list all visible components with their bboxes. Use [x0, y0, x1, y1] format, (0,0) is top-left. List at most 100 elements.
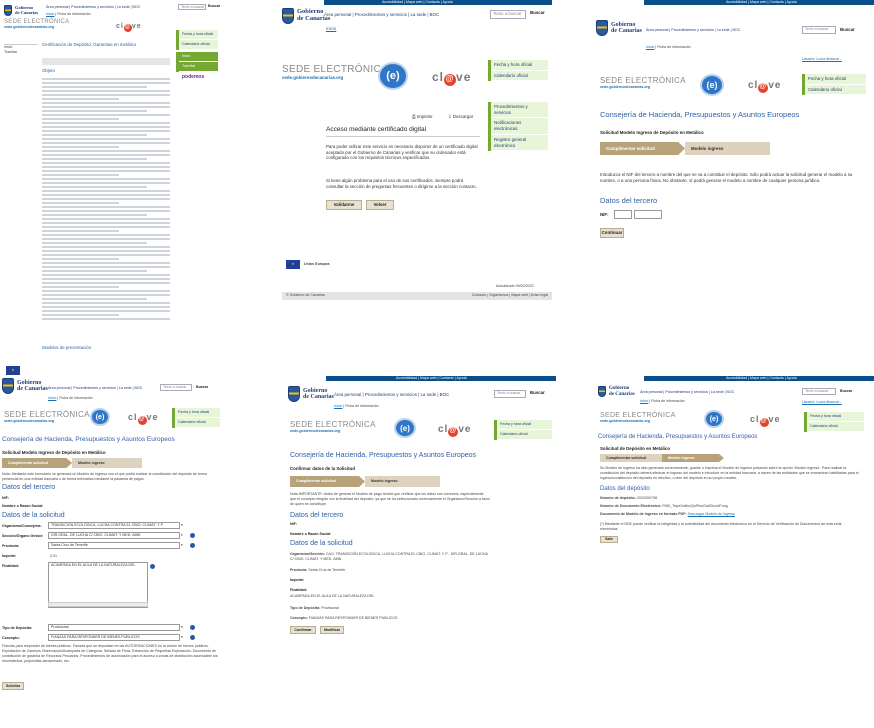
side-links[interactable]: Fecha y hora oficial Calendario oficial — [176, 30, 218, 50]
side-link-calendario[interactable]: Calendario oficial — [807, 422, 864, 432]
modificar-button[interactable]: Modificar — [320, 626, 344, 634]
right-action-tramitar[interactable]: Tramitar — [179, 61, 218, 72]
nif-input[interactable] — [634, 210, 662, 219]
tipo-select[interactable]: Provisional — [48, 624, 180, 631]
top-links[interactable]: Accesibilidad | Mapa web | Contacto | Ay… — [396, 376, 467, 381]
main-nav[interactable]: Área personal | Procedimientos y servici… — [334, 392, 449, 398]
search-button[interactable]: Buscar — [840, 389, 852, 394]
search-input[interactable]: Texto a buscar — [494, 390, 526, 398]
menu-registro[interactable]: Registro general electrónico — [491, 135, 548, 152]
user-link[interactable]: Usuario: Lucía Abascal... — [802, 400, 842, 405]
footer-links[interactable]: Contacto | Organismos | Mapa web | Aviso… — [472, 293, 548, 298]
user-link[interactable]: Usuario: Lucía Abascal... — [802, 57, 842, 62]
breadcrumb-home[interactable]: Inicio — [640, 399, 648, 403]
seccion-select[interactable]: DIR.GRAL. DE LUCHA C/ CBIO. CLIMÁT. Y ME… — [48, 532, 180, 539]
sede-url[interactable]: sede.gobiernodecanarias.org — [4, 25, 174, 30]
organismo-select[interactable]: TRANSICIÓN ECOLÓGICA, LUCHA CONTRA EL CB… — [48, 522, 180, 529]
side-link-calendario[interactable]: Calendario oficial — [805, 85, 866, 96]
site-logo[interactable]: Gobierno de Canarias — [598, 386, 635, 397]
breadcrumb[interactable]: Inicio | Ficha de información — [334, 404, 379, 409]
menu-procedimientos[interactable]: Procedimientos y servicios — [491, 102, 548, 119]
right-menu[interactable]: Procedimientos y servicios Notificacione… — [488, 102, 548, 152]
main-nav[interactable]: Área personal | Procedimientos y servici… — [640, 390, 734, 395]
side-links[interactable]: Fecha y hora oficial Calendario oficial — [494, 420, 552, 440]
side-link-fecha[interactable]: Fecha y hora oficial — [807, 412, 864, 422]
side-link-calendario[interactable]: Calendario oficial — [175, 418, 220, 428]
main-nav[interactable]: Área personal | Procedimientos y servici… — [324, 12, 439, 18]
solicitar-button[interactable]: Solicitar — [2, 682, 24, 690]
info-icon[interactable] — [190, 533, 195, 538]
left-menu[interactable]: Inicio Tramitar — [4, 44, 38, 55]
breadcrumb-home[interactable]: Inicio — [48, 396, 56, 400]
chevron-down-icon[interactable]: ▾ — [181, 635, 183, 640]
search-button[interactable]: Buscar — [208, 4, 220, 9]
side-link-fecha[interactable]: Fecha y hora oficial — [175, 408, 220, 418]
print-link[interactable]: ⎙ Imprimir — [412, 114, 433, 120]
search-button[interactable]: Buscar — [530, 10, 545, 16]
textarea-scrollbar[interactable] — [48, 602, 148, 607]
importe-value[interactable]: 0,01 — [50, 554, 57, 559]
search-input[interactable]: Texto a buscar — [802, 388, 836, 395]
salir-button[interactable]: Salir — [600, 536, 618, 543]
right-action-inicio[interactable]: Inicio — [179, 52, 218, 62]
side-links[interactable]: Fecha y hora oficial Calendario oficial — [488, 60, 548, 82]
search-input[interactable]: Texto a buscar — [178, 4, 206, 10]
top-links[interactable]: Accesibilidad | Mapa web | Contacto | Ay… — [726, 376, 797, 381]
side-link-fecha[interactable]: Fecha y hora oficial — [491, 60, 548, 71]
search-button[interactable]: Buscar — [840, 27, 855, 33]
search-button[interactable]: Buscar — [530, 390, 545, 396]
validarme-button[interactable]: Validarme — [326, 200, 362, 210]
main-nav[interactable]: Área personal | Procedimientos y servici… — [646, 28, 740, 33]
breadcrumb-home[interactable]: Inicio — [646, 45, 654, 49]
side-links[interactable]: Fecha y hora oficial Calendario oficial — [802, 74, 866, 96]
side-links[interactable]: Fecha y hora oficial Calendario oficial — [172, 408, 220, 428]
chevron-down-icon[interactable]: ▾ — [181, 533, 183, 538]
side-link-fecha[interactable]: Fecha y hora oficial — [179, 30, 218, 40]
download-link[interactable]: ⇩ Descargar — [448, 114, 473, 120]
chevron-down-icon[interactable]: ▾ — [181, 543, 183, 548]
download-pdf-link[interactable]: Descargar Modelo de Ingreso — [688, 512, 735, 516]
site-logo[interactable]: Gobierno de Canarias — [288, 386, 334, 402]
right-actions[interactable]: Inicio Tramitar — [176, 52, 218, 72]
side-link-fecha[interactable]: Fecha y hora oficial — [497, 420, 552, 430]
confirmar-button[interactable]: Confirmar — [290, 626, 316, 634]
search-input[interactable]: Texto a buscar — [802, 26, 836, 34]
info-icon[interactable] — [190, 635, 195, 640]
left-menu-tramitar[interactable]: Tramitar — [4, 50, 38, 55]
top-links[interactable]: Accesibilidad | Mapa web | Contacto | Ay… — [382, 0, 453, 5]
provincia-select[interactable]: Santa Cruz de Tenerife — [48, 542, 180, 549]
top-links[interactable]: Accesibilidad | Mapa web | Contacto | Ay… — [726, 0, 797, 5]
breadcrumb[interactable]: Inicio | Ficha de información — [48, 396, 93, 401]
side-link-calendario[interactable]: Calendario oficial — [179, 40, 218, 50]
info-icon[interactable] — [150, 564, 155, 569]
breadcrumb-home[interactable]: Inicio — [46, 12, 54, 16]
side-link-calendario[interactable]: Calendario oficial — [491, 71, 548, 82]
panel-certificate-access: Accesibilidad | Mapa web | Contacto | Ay… — [282, 0, 552, 300]
search-input[interactable]: Texto a buscar — [490, 10, 526, 19]
site-logo[interactable]: Gobierno de Canarias — [596, 20, 642, 36]
concepto-select[interactable]: FIANZAS PARA RESPONDER DE BIENES PUBLICO… — [48, 634, 180, 641]
continuar-button[interactable]: Continuar — [600, 228, 624, 238]
breadcrumb[interactable]: Inicio | Ficha de información — [640, 399, 685, 404]
menu-notificaciones[interactable]: Notificaciones electrónicas — [491, 118, 548, 135]
chevron-down-icon[interactable]: ▾ — [181, 523, 183, 528]
main-nav[interactable]: Área personal | Procedimientos y servici… — [48, 386, 142, 391]
site-logo[interactable]: Gobierno de Canarias — [2, 378, 48, 394]
search-button[interactable]: Buscar — [196, 385, 208, 390]
breadcrumb[interactable]: Inicio | Ficha de información — [46, 12, 91, 17]
side-links[interactable]: Fecha y hora oficial Calendario oficial — [804, 412, 864, 432]
info-icon[interactable] — [190, 543, 195, 548]
info-icon[interactable] — [190, 625, 195, 630]
top-nav[interactable]: Área personal | Procedimientos y servici… — [46, 5, 176, 10]
chevron-down-icon[interactable]: ▾ — [181, 625, 183, 630]
breadcrumb[interactable]: Inicio | Ficha de información — [646, 45, 691, 50]
side-link-calendario[interactable]: Calendario oficial — [497, 430, 552, 440]
site-logo[interactable]: Gobierno de Canarias — [4, 5, 38, 16]
side-link-fecha[interactable]: Fecha y hora oficial — [805, 74, 866, 85]
volver-button[interactable]: Volver — [366, 200, 394, 210]
breadcrumb-home[interactable]: Inicio — [334, 404, 342, 408]
breadcrumb-home[interactable]: Inicio — [326, 26, 336, 32]
nif-input-prefix[interactable] — [614, 210, 632, 219]
panel-solicitud-form: Gobierno de Canarias Área personal | Pro… — [0, 376, 222, 728]
search-input[interactable]: Texto a buscar — [160, 384, 192, 391]
